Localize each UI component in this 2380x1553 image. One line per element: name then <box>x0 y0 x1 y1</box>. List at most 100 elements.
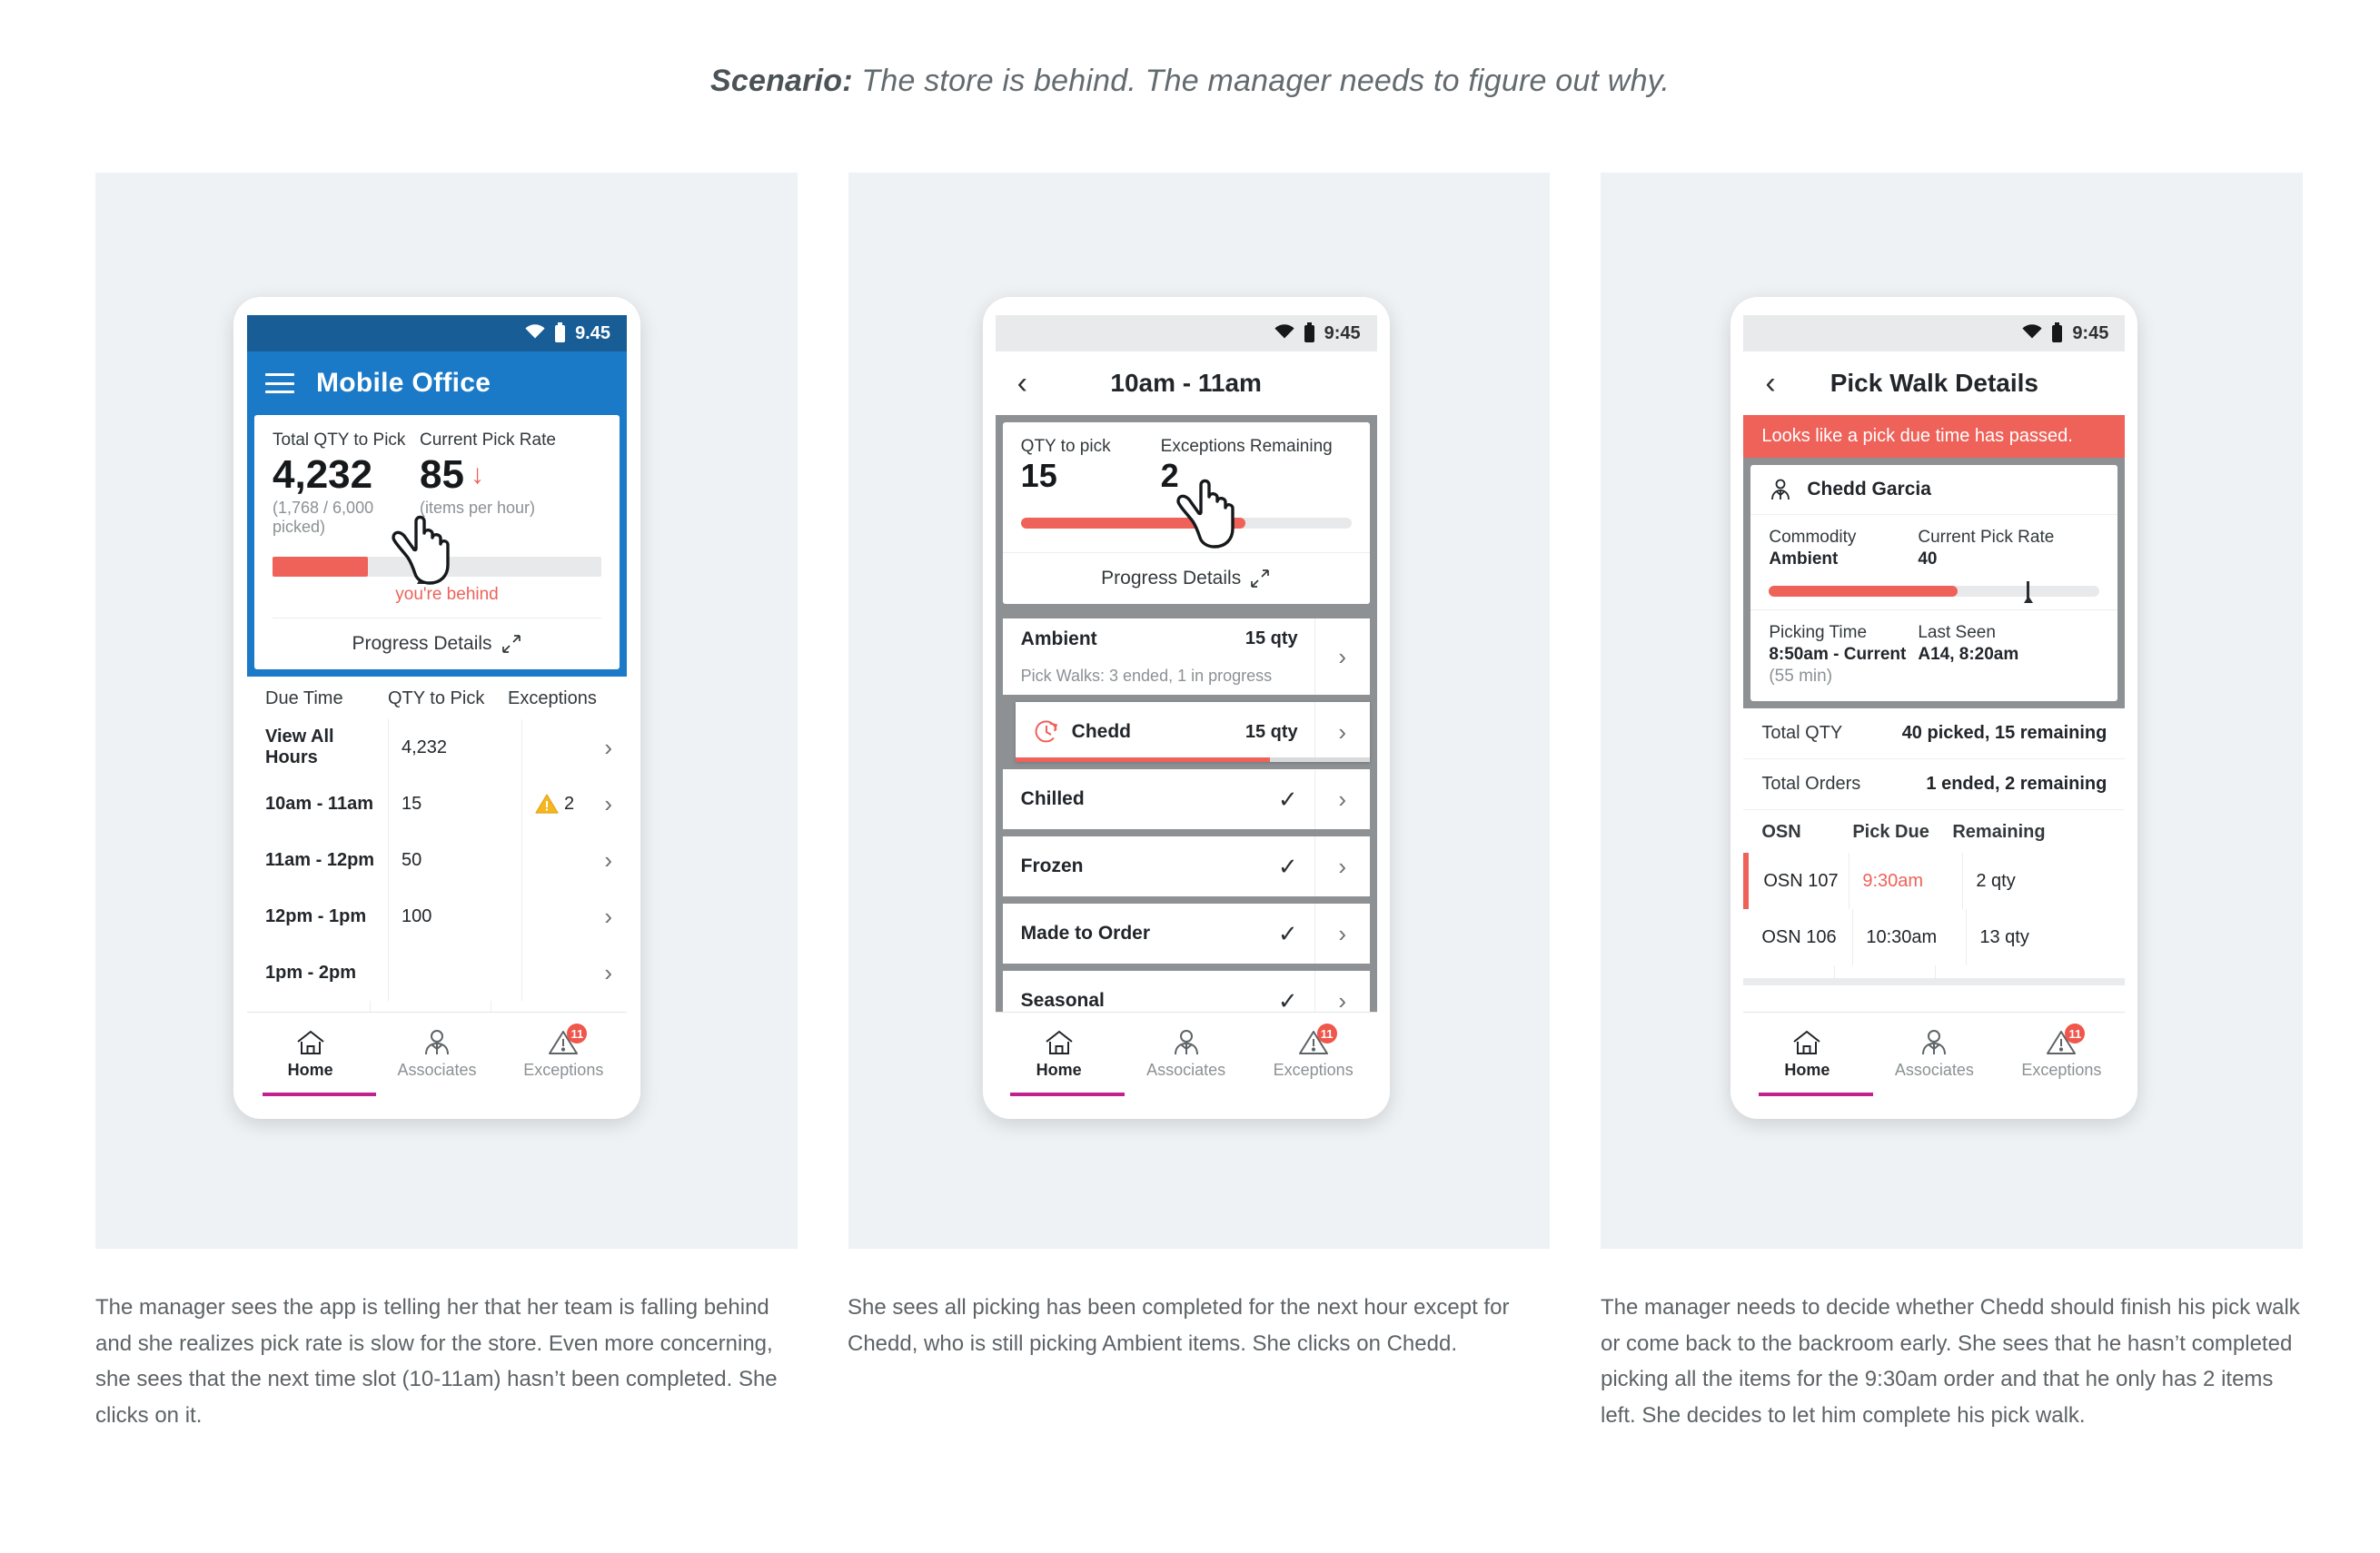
commodity-name: Frozen <box>1020 856 1084 877</box>
chevron-right-icon[interactable]: › <box>604 903 612 931</box>
bottom-navigation: Home Associates 11 Exceptions <box>1743 1012 2126 1096</box>
sidebar-item-associates[interactable]: Associates <box>1870 1013 1998 1096</box>
phone-mockup-2: 9:45 ‹ 10am - 11am QTY to pick 15 Except… <box>982 297 1390 1119</box>
table-row[interactable]: 10am - 11am 15 2 › <box>247 776 627 833</box>
cell-qty: 15 <box>388 776 521 833</box>
last-seen-metric: Last Seen A14, 8:20am <box>1918 623 2099 687</box>
commodity-name: Made to Order <box>1020 923 1151 945</box>
chevron-right-icon[interactable]: › <box>604 790 612 818</box>
pick-rate-value: 40 <box>1918 549 1938 569</box>
list-item[interactable]: Ambient 15 qty Pick Walks: 3 ended, 1 in… <box>1002 618 1370 696</box>
panel-3: 9:45 ‹ Pick Walk Details Looks like a pi… <box>1601 173 2304 1249</box>
current-pick-rate-metric: Current Pick Rate 40 <box>1918 528 2099 569</box>
progress-details-button[interactable]: Progress Details <box>273 618 601 669</box>
chevron-right-icon[interactable]: › <box>604 959 612 987</box>
status-time: 9:45 <box>1324 322 1361 343</box>
table-header: OSN Pick Due Remaining <box>1743 810 2126 853</box>
row-progress-bar <box>1015 757 1370 763</box>
sidebar-item-exceptions[interactable]: 11 Exceptions <box>501 1013 627 1096</box>
progress-details-button[interactable]: Progress Details <box>1003 553 1370 604</box>
sidebar-item-exceptions[interactable]: 11 Exceptions <box>1250 1013 1377 1096</box>
sidebar-item-home[interactable]: Home <box>1743 1013 1870 1096</box>
status-badge: 11 <box>2065 1024 2086 1044</box>
phone-2-screen: 9:45 ‹ 10am - 11am QTY to pick 15 Except… <box>995 315 1377 1096</box>
scenario-storyboard: Scenario: The store is behind. The manag… <box>0 0 2380 1553</box>
pointing-hand-cursor <box>1171 472 1242 550</box>
hamburger-menu-icon[interactable] <box>265 373 294 393</box>
progress-details-label: Progress Details <box>352 633 492 655</box>
table-row[interactable]: OSN 106 10:30am 13 qty <box>1743 909 2126 965</box>
cell-qty: 100 <box>388 888 521 945</box>
chevron-right-icon[interactable]: › <box>1338 786 1346 814</box>
status-time: 9.45 <box>575 322 610 343</box>
associates-person-icon <box>1172 1029 1201 1056</box>
caption-3: The manager needs to decide whether Ched… <box>1601 1295 2300 1428</box>
chevron-right-icon[interactable]: › <box>1338 920 1346 948</box>
progress-bar <box>1769 581 2100 603</box>
app-title: Mobile Office <box>316 368 491 398</box>
commodity-list: Ambient 15 qty Pick Walks: 3 ended, 1 in… <box>995 611 1377 1032</box>
active-tab-underline <box>262 1093 377 1096</box>
commodity-name: Chedd <box>1071 721 1131 743</box>
nav-label-home: Home <box>287 1061 333 1079</box>
chevron-right-icon[interactable]: › <box>604 846 612 875</box>
chevron-left-back-icon[interactable]: ‹ <box>1765 368 1775 399</box>
associates-person-icon <box>1919 1029 1949 1056</box>
status-bar: 9:45 <box>995 315 1377 351</box>
chevron-right-icon[interactable]: › <box>1338 718 1346 747</box>
list-item[interactable]: Made to Order ✓ › <box>1002 904 1370 964</box>
col-header-exceptions: Exceptions <box>508 688 597 709</box>
commodity-qty: 15 qty <box>1245 628 1298 649</box>
commodity-name: Seasonal <box>1020 990 1105 1012</box>
col-header-pick-due: Pick Due <box>1852 822 1929 842</box>
check-icon: ✓ <box>1277 919 1298 947</box>
cell-due-time: 10am - 11am <box>265 793 373 814</box>
sidebar-item-associates[interactable]: Associates <box>1123 1013 1250 1096</box>
list-item[interactable]: Frozen ✓ › <box>1002 836 1370 897</box>
table-row[interactable]: View All Hours 4,232 › <box>247 719 627 776</box>
sidebar-item-exceptions[interactable]: 11 Exceptions <box>1998 1013 2125 1096</box>
battery-icon <box>555 321 566 342</box>
list-item[interactable]: Chilled ✓ › <box>1002 769 1370 830</box>
osn-table: OSN Pick Due Remaining OSN 107 9:30am 2 … <box>1743 810 2126 985</box>
scenario-text: The store is behind. The manager needs t… <box>861 64 1670 98</box>
down-arrow-icon: ↓ <box>470 459 484 490</box>
associates-person-icon <box>422 1029 451 1056</box>
associate-avatar-icon <box>1769 478 1792 501</box>
clock-in-progress-icon <box>1034 719 1059 745</box>
commodity-qty: 15 qty <box>1245 721 1298 742</box>
sidebar-item-home[interactable]: Home <box>996 1013 1123 1096</box>
chevron-right-icon[interactable]: › <box>1338 643 1346 671</box>
table-row[interactable]: OSN 107 9:30am 2 qty <box>1743 853 2126 909</box>
expand-diagonal-icon <box>501 633 522 655</box>
home-icon <box>295 1029 326 1056</box>
cell-osn: OSN 107 <box>1763 870 1839 891</box>
chevron-right-icon[interactable]: › <box>604 734 612 762</box>
last-seen-label: Last Seen <box>1918 623 1996 642</box>
status-bar: 9.45 <box>247 315 627 351</box>
caption-1: The manager sees the app is telling her … <box>95 1295 778 1428</box>
progress-fill <box>1769 586 1958 597</box>
commodity-label: Commodity <box>1769 528 1857 547</box>
wifi-icon <box>525 323 545 344</box>
table-row[interactable]: 12pm - 1pm 100 › <box>247 888 627 945</box>
status-badge: 11 <box>1316 1024 1337 1044</box>
sidebar-item-home[interactable]: Home <box>247 1013 373 1096</box>
list-item-chedd[interactable]: Chedd 15 qty › <box>1015 702 1370 763</box>
chevron-left-back-icon[interactable]: ‹ <box>1017 368 1027 399</box>
check-icon: ✓ <box>1277 785 1298 813</box>
picking-time-value: 8:50am - Current <box>1769 645 1907 664</box>
commodity-name: Chilled <box>1020 788 1085 810</box>
nav-label-home: Home <box>1036 1061 1082 1079</box>
table-row-partial[interactable] <box>1743 965 2126 978</box>
table-row[interactable]: 1pm - 2pm › <box>247 945 627 1002</box>
home-icon <box>1791 1029 1822 1056</box>
cell-due-time: 11am - 12pm <box>265 849 375 870</box>
table-row[interactable]: 11am - 12pm 50 › <box>247 832 627 889</box>
chevron-right-icon[interactable]: › <box>1338 853 1346 881</box>
qty-to-pick-label: QTY to pick <box>1020 437 1111 456</box>
sidebar-item-associates[interactable]: Associates <box>373 1013 500 1096</box>
bottom-navigation: Home Associates 11 Exceptions <box>247 1012 627 1096</box>
alert-banner: Looks like a pick due time has passed. <box>1743 415 2126 458</box>
nav-label-associates: Associates <box>1894 1061 1974 1079</box>
